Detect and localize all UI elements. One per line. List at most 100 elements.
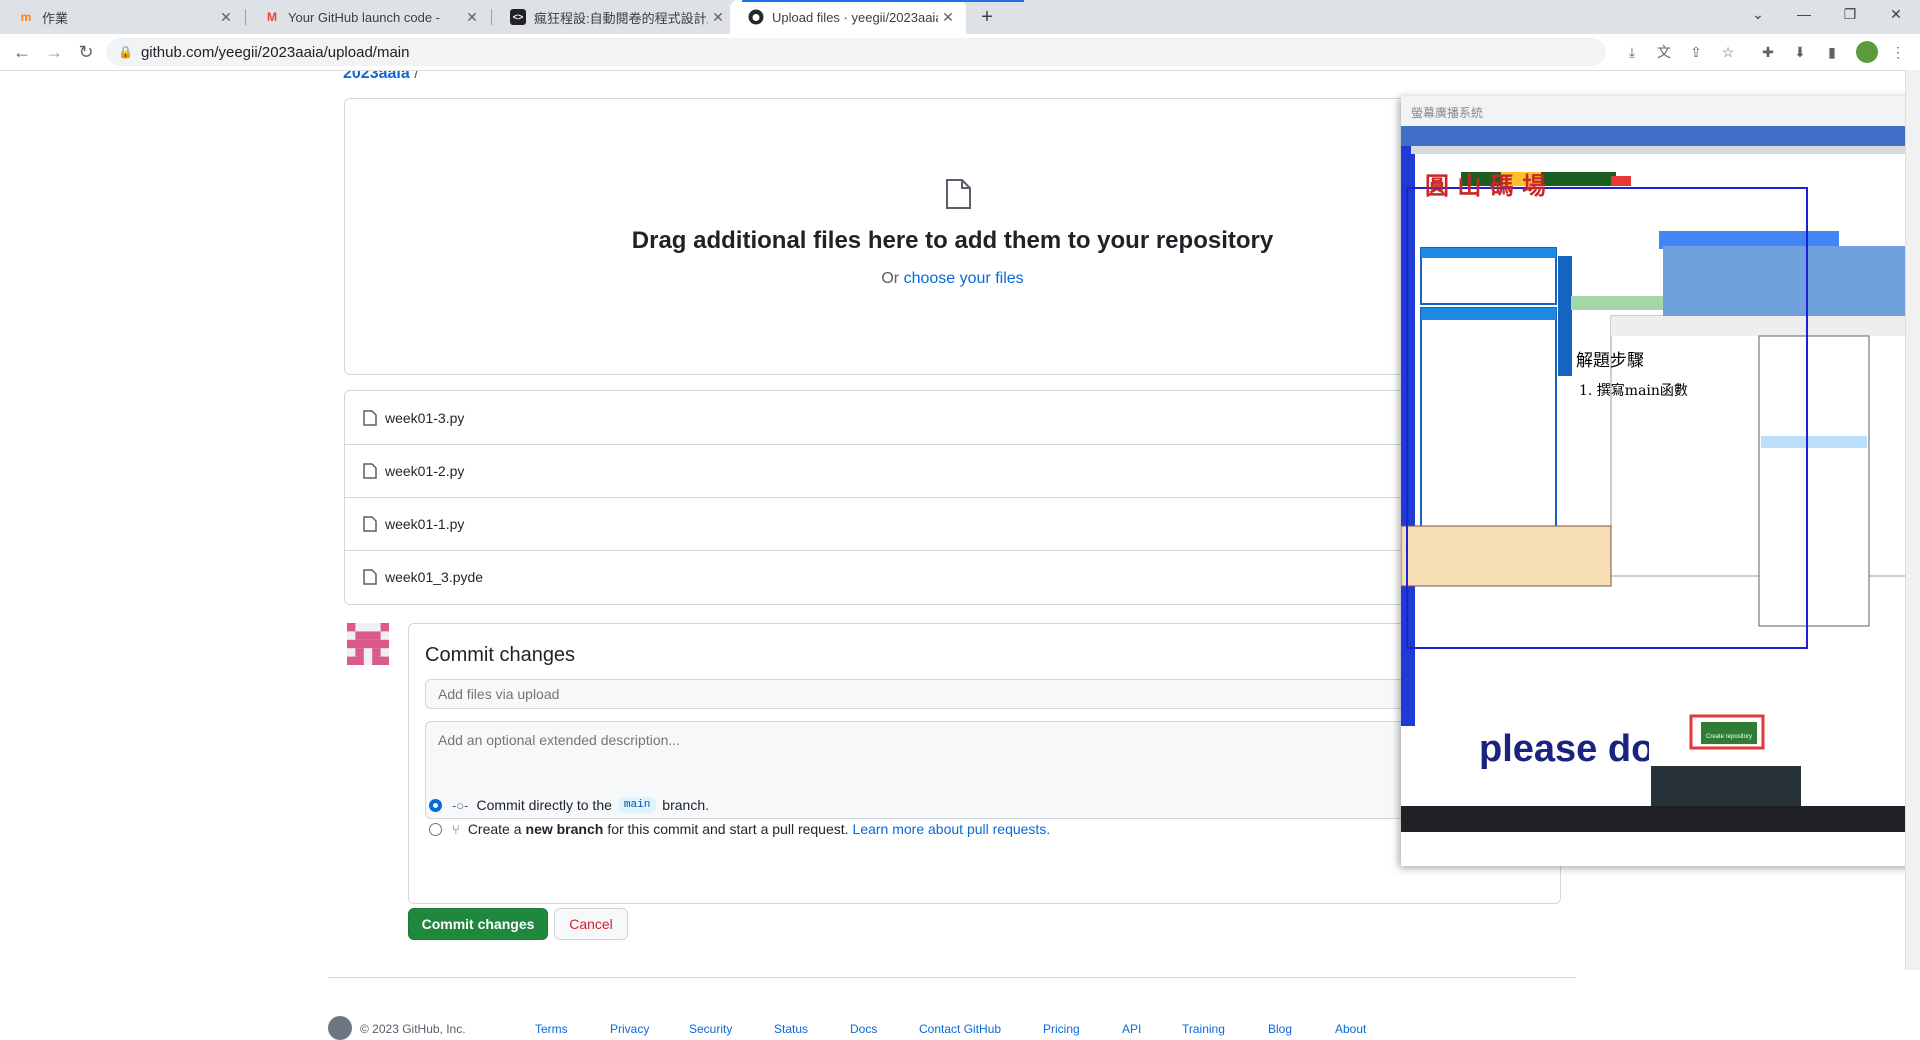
footer-link-training[interactable]: Training <box>1182 1022 1225 1036</box>
dropzone-subtitle: Or choose your files <box>345 270 1560 288</box>
footer-link-security[interactable]: Security <box>689 1022 732 1036</box>
tab-title: Upload files · yeegii/2023aaia <box>772 9 938 25</box>
commit-new-branch-option[interactable]: ⑂ Create a new branch for this commit an… <box>429 821 1050 837</box>
footer-link-about[interactable]: About <box>1335 1022 1366 1036</box>
breadcrumb-repo-link[interactable]: 2023aaia <box>343 71 410 82</box>
commit-direct-option[interactable]: -○- Commit directly to the main branch. <box>429 797 709 813</box>
commit-summary-input[interactable] <box>425 679 1560 709</box>
git-pull-request-icon: ⑂ <box>452 821 460 837</box>
tab-title: 作業 <box>42 10 69 26</box>
uploaded-file-list: week01-3.py week01-2.py week01-1.py week… <box>344 390 1561 605</box>
downloads-icon[interactable]: ⬇ <box>1790 42 1810 62</box>
git-commit-icon: -○- <box>452 797 469 813</box>
url-text[interactable]: github.com/yeegii/2023aaia/upload/main <box>141 44 410 61</box>
bookmark-star-icon[interactable]: ☆ <box>1718 42 1738 62</box>
file-row: week01-3.py <box>345 391 1560 445</box>
footer-copyright: © 2023 GitHub, Inc. <box>360 1022 466 1036</box>
moodle-icon: m <box>20 10 32 24</box>
install-app-icon[interactable]: ⤓ <box>1622 42 1642 62</box>
footer-link-terms[interactable]: Terms <box>535 1022 568 1036</box>
github-logo-icon[interactable] <box>328 1016 352 1040</box>
file-name: week01-2.py <box>385 462 465 479</box>
option-text: branch. <box>662 797 709 813</box>
tab-title: 瘋狂程設:自動閱卷的程式設計上 <box>534 10 708 26</box>
tab-4-active[interactable]: Upload files · yeegii/2023aaia ✕ <box>730 0 966 34</box>
option-text: for this commit and start a pull request… <box>607 821 849 837</box>
screen-broadcast-window[interactable]: 螢幕廣播系統 圓 山 碼 場 解題步驟 1. 撰寫main函數 Create r… <box>1401 96 1920 866</box>
footer-link-contact[interactable]: Contact GitHub <box>919 1022 1001 1036</box>
reload-icon[interactable]: ↻ <box>74 40 98 64</box>
file-row: week01_3.pyde <box>345 550 1560 603</box>
close-icon[interactable]: ✕ <box>216 9 236 26</box>
extensions-puzzle-icon[interactable]: ✚ <box>1758 42 1778 62</box>
tab-2[interactable]: M Your GitHub launch code - ✕ <box>246 0 490 34</box>
broadcast-window-title: 螢幕廣播系統 <box>1411 106 1484 120</box>
commit-changes-form: Commit changes -○- Commit directly to th… <box>408 623 1561 904</box>
tab-3[interactable]: <> 瘋狂程設:自動閱卷的程式設計上 ✕ <box>492 0 736 34</box>
file-icon <box>363 515 377 532</box>
option-text: Create a <box>467 821 522 837</box>
broadcast-heading: 解題步驟 <box>1576 351 1644 371</box>
tab-1[interactable]: m 作業 ✕ <box>0 0 244 34</box>
user-identicon-avatar[interactable] <box>347 623 389 665</box>
gmail-icon: M <box>267 10 277 24</box>
file-icon <box>363 568 377 585</box>
back-arrow-icon[interactable]: ← <box>10 40 34 64</box>
radio-commit-direct[interactable] <box>429 798 442 812</box>
profile-avatar[interactable] <box>1856 41 1878 63</box>
more-menu-icon[interactable]: ⋮ <box>1888 42 1908 62</box>
footer-link-api[interactable]: API <box>1122 1022 1141 1036</box>
broadcast-banner-text: please do not u <box>1479 728 1649 770</box>
minimize-icon[interactable]: — <box>1781 0 1827 30</box>
window-close-icon[interactable]: ✕ <box>1873 0 1919 30</box>
footer-link-docs[interactable]: Docs <box>850 1022 877 1036</box>
footer: © 2023 GitHub, Inc. Terms Privacy Securi… <box>328 1016 1576 1040</box>
broadcast-logo-text: 圓 山 碼 場 <box>1425 171 1547 200</box>
broadcast-create-repo-button: Create repository <box>1705 734 1753 740</box>
close-icon[interactable]: ✕ <box>462 9 482 26</box>
radio-new-branch[interactable] <box>429 822 442 836</box>
footer-link-status[interactable]: Status <box>774 1022 808 1036</box>
file-name: week01-3.py <box>385 409 465 426</box>
footer-link-pricing[interactable]: Pricing <box>1043 1022 1080 1036</box>
branch-name-badge: main <box>617 797 657 813</box>
commit-changes-button[interactable]: Commit changes <box>408 908 548 940</box>
close-icon[interactable]: ✕ <box>938 9 958 26</box>
side-panel-icon[interactable]: ▮ <box>1822 42 1842 62</box>
codecheck-icon: <> <box>510 9 526 25</box>
file-name: week01_3.pyde <box>385 568 484 585</box>
footer-link-privacy[interactable]: Privacy <box>610 1022 649 1036</box>
new-tab-plus-icon[interactable]: + <box>975 5 999 29</box>
share-icon[interactable]: ⇪ <box>1686 42 1706 62</box>
dropzone-or-text: Or <box>881 270 900 287</box>
breadcrumb: 2023aaia / <box>343 71 419 83</box>
commit-form-title: Commit changes <box>425 644 576 666</box>
forward-arrow-icon[interactable]: → <box>42 40 66 64</box>
file-icon <box>363 409 377 426</box>
address-bar[interactable]: 🔒 github.com/yeegii/2023aaia/upload/main <box>106 38 1606 66</box>
choose-files-link[interactable]: choose your files <box>904 270 1024 287</box>
broadcast-screen-capture: 圓 山 碼 場 解題步驟 1. 撰寫main函數 Create reposito… <box>1401 126 1920 866</box>
learn-more-pull-requests-link[interactable]: Learn more about pull requests. <box>853 821 1051 837</box>
option-text-bold: new branch <box>525 821 604 837</box>
tab-search-chevron-icon[interactable]: ⌄ <box>1735 0 1781 30</box>
file-name: week01-1.py <box>385 515 465 532</box>
close-icon[interactable]: ✕ <box>708 9 728 26</box>
tab-loading-bar <box>742 0 1024 2</box>
file-row: week01-1.py <box>345 497 1560 551</box>
option-text: Commit directly to the <box>476 797 612 813</box>
file-dropzone[interactable]: Drag additional files here to add them t… <box>344 98 1561 375</box>
github-icon <box>748 9 764 25</box>
file-icon <box>946 179 971 209</box>
translate-icon[interactable]: 文 <box>1654 42 1674 62</box>
restore-icon[interactable]: ❐ <box>1827 0 1873 30</box>
footer-divider <box>328 977 1576 978</box>
browser-toolbar: ← → ↻ 🔒 github.com/yeegii/2023aaia/uploa… <box>0 34 1920 71</box>
breadcrumb-separator: / <box>414 71 419 82</box>
page-scrollbar[interactable] <box>1905 70 1920 970</box>
broadcast-step-text: 1. 撰寫main函數 <box>1579 383 1688 399</box>
file-icon <box>363 462 377 479</box>
tab-title: Your GitHub launch code - <box>288 9 441 25</box>
cancel-button[interactable]: Cancel <box>554 908 628 940</box>
footer-link-blog[interactable]: Blog <box>1268 1022 1292 1036</box>
